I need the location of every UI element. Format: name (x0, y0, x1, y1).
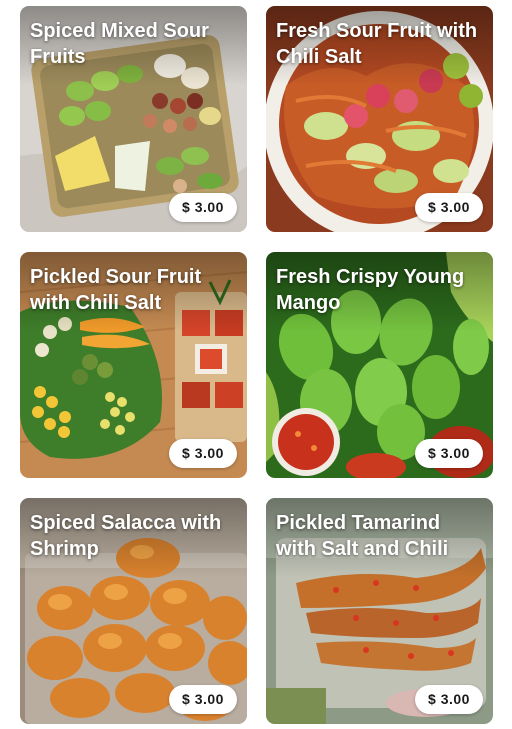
menu-grid: Spiced Mixed Sour Fruits $ 3.00 Fresh So… (0, 0, 512, 729)
price-badge: $ 3.00 (169, 685, 237, 714)
menu-item-card[interactable]: Spiced Mixed Sour Fruits $ 3.00 (20, 6, 247, 232)
price-badge: $ 3.00 (415, 193, 483, 222)
item-title: Fresh Crispy Young Mango (276, 266, 465, 314)
price-badge: $ 3.00 (169, 439, 237, 468)
item-title: Fresh Sour Fruit with Chili Salt (276, 20, 478, 68)
item-title: Pickled Sour Fruit with Chili Salt (30, 266, 202, 314)
price-badge: $ 3.00 (415, 439, 483, 468)
menu-item-card[interactable]: Pickled Tamarind with Salt and Chili $ 3… (266, 498, 493, 724)
menu-item-card[interactable]: Spiced Salacca with Shrimp $ 3.00 (20, 498, 247, 724)
menu-item-card[interactable]: Fresh Sour Fruit with Chili Salt $ 3.00 (266, 6, 493, 232)
menu-item-card[interactable]: Pickled Sour Fruit with Chili Salt $ 3.0… (20, 252, 247, 478)
price-badge: $ 3.00 (415, 685, 483, 714)
item-title: Spiced Salacca with Shrimp (30, 512, 222, 560)
price-badge: $ 3.00 (169, 193, 237, 222)
item-title: Spiced Mixed Sour Fruits (30, 20, 209, 68)
item-title: Pickled Tamarind with Salt and Chili (276, 512, 449, 560)
menu-item-card[interactable]: Fresh Crispy Young Mango $ 3.00 (266, 252, 493, 478)
